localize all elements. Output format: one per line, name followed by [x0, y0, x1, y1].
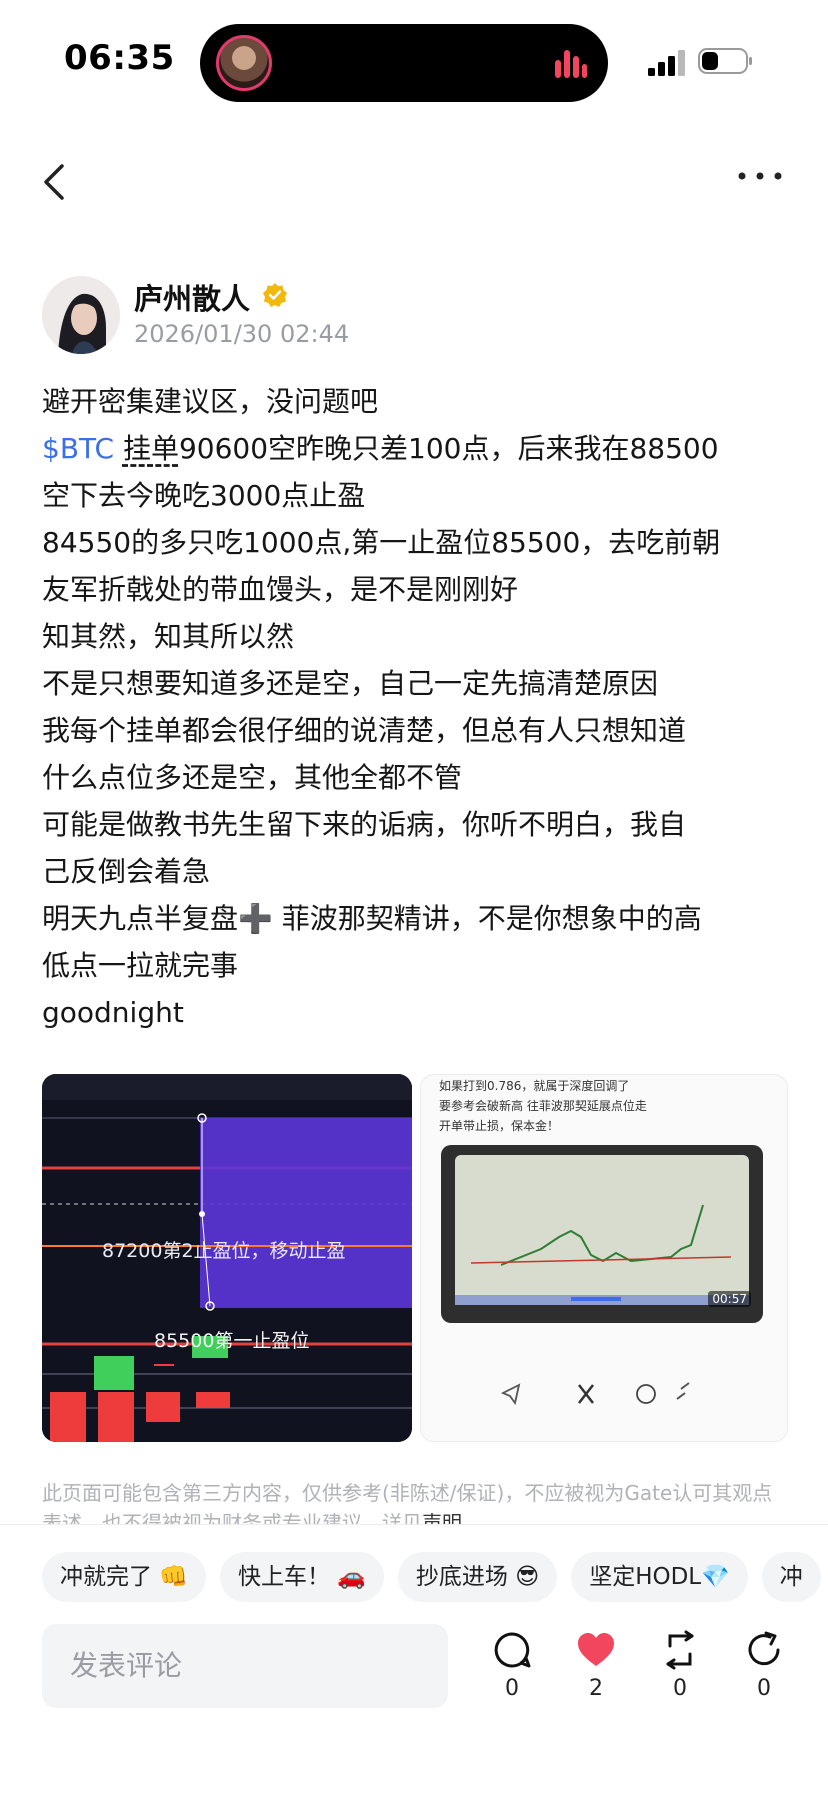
post-body: 避开密集建议区，没问题吧 $BTC 挂单90600空昨晚只差100点，后来我在8…: [42, 378, 792, 1036]
post-line-text: 90600空昨晚只差100点，后来我在88500: [178, 432, 719, 465]
back-chevron-icon[interactable]: [40, 162, 70, 202]
screenshot-text-2: 要参考会破新高 往菲波那契延展点位走: [439, 1099, 647, 1113]
comment-action[interactable]: 0: [482, 1630, 542, 1701]
now-playing-avatar: [216, 35, 272, 91]
chip-quick-reply[interactable]: 冲: [761, 1552, 821, 1602]
comment-icon: [494, 1632, 531, 1668]
post-line: 84550的多只吃1000点,第一止盈位85500，去吃前朝: [42, 526, 721, 559]
post-line: 空下去今晚吃3000点止盈: [42, 479, 366, 512]
status-time: 06:35: [64, 38, 175, 78]
post-line: 我每个挂单都会很仔细的说清楚，但总有人只想知道: [42, 714, 687, 747]
chip-quick-reply[interactable]: 抄底进场 😎: [397, 1552, 558, 1602]
post-image-chart[interactable]: 87200第2止盈位，移动止盈 85500第一止盈位: [42, 1074, 412, 1442]
post-line: 避开密集建议区，没问题吧: [42, 385, 379, 418]
video-duration: 00:57: [708, 1291, 751, 1307]
quick-reply-chips: 冲就完了 👊 快上车！ 🚗 抄底进场 😎 坚定HODL💎 冲: [42, 1552, 828, 1602]
heart-icon: [578, 1633, 614, 1666]
chart-label-tp1: 85500第一止盈位: [154, 1330, 310, 1352]
comment-input[interactable]: 发表评论: [42, 1624, 448, 1708]
dynamic-island[interactable]: [200, 24, 608, 102]
post-line-ticker: $BTC 挂单90600空昨晚只差100点，后来我在88500: [42, 425, 792, 472]
share-icons: [500, 1382, 690, 1406]
screenshot-text-1: 如果打到0.786，就属于深度回调了: [439, 1079, 630, 1093]
repost-icon: [666, 1630, 694, 1670]
repost-count: 0: [673, 1676, 687, 1701]
verified-badge-icon: [263, 283, 287, 307]
post-timestamp: 2026/01/30 02:44: [134, 320, 350, 348]
share-action[interactable]: 0: [734, 1630, 794, 1701]
post-line: 可能是做教书先生留下来的诟病，你听不明白，我自: [42, 808, 687, 841]
post-line: goodnight: [42, 996, 184, 1029]
post-line: 友军折戟处的带血馒头，是不是刚刚好: [42, 573, 519, 606]
disclaimer-text: 此页面可能包含第三方内容，仅供参考(非陈述/保证)，不应被视为Gate认可其观点…: [42, 1481, 773, 1526]
ticker-link[interactable]: $BTC: [42, 432, 114, 465]
chip-quick-reply[interactable]: 快上车！ 🚗: [219, 1552, 384, 1602]
post-image-screenshot[interactable]: 如果打到0.786，就属于深度回调了 要参考会破新高 往菲波那契延展点位走 开单…: [420, 1074, 788, 1442]
signal-icon: [648, 50, 685, 76]
share-count: 0: [757, 1676, 771, 1701]
disclaimer: 此页面可能包含第三方内容，仅供参考(非陈述/保证)，不应被视为Gate认可其观点…: [42, 1478, 792, 1526]
like-action[interactable]: 2: [566, 1630, 626, 1701]
like-count: 2: [589, 1676, 603, 1701]
order-term[interactable]: 挂单: [123, 432, 179, 465]
video-thumbnail[interactable]: 00:57: [441, 1145, 763, 1323]
post-line: 明天九点半复盘➕ 菲波那契精讲，不是你想象中的高: [42, 902, 702, 935]
author-avatar[interactable]: [42, 276, 120, 354]
post-line: 什么点位多还是空，其他全都不管: [42, 761, 463, 794]
share-icon: [748, 1631, 780, 1666]
share-row: [495, 1379, 695, 1409]
screenshot-text-3: 开单带止损，保本金！: [439, 1119, 560, 1133]
chip-quick-reply[interactable]: 冲就完了 👊: [42, 1552, 206, 1602]
post-line: 知其然，知其所以然: [42, 620, 295, 653]
repost-action[interactable]: 0: [650, 1630, 710, 1701]
battery-icon: [698, 48, 752, 74]
comment-count: 0: [505, 1676, 519, 1701]
chart-label-tp2: 87200第2止盈位，移动止盈: [102, 1240, 346, 1262]
author-name[interactable]: 庐州散人: [134, 276, 250, 318]
post-line: 低点一拉就完事: [42, 949, 239, 982]
post-line: 不是只想要知道多还是空，自己一定先搞清楚原因: [42, 667, 659, 700]
chip-quick-reply[interactable]: 坚定HODL💎: [571, 1552, 748, 1602]
more-options-icon[interactable]: [736, 168, 784, 184]
post-line: 己反倒会着急: [42, 855, 211, 888]
audio-wave-icon: [555, 50, 587, 78]
